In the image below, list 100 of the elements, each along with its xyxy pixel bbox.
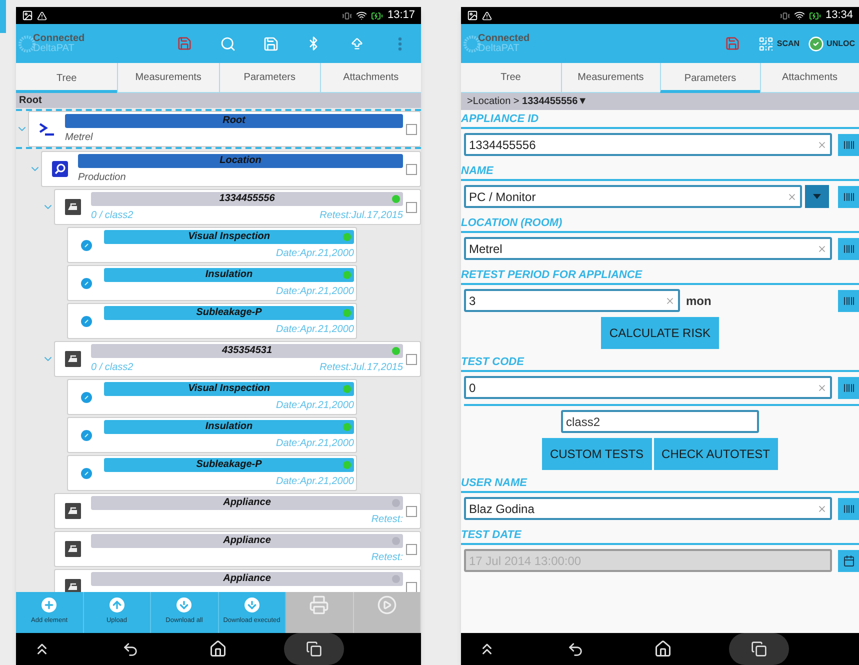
iron-icon — [65, 579, 81, 592]
barcode-button[interactable] — [838, 376, 859, 398]
magnifier-icon — [52, 161, 68, 177]
clear-icon[interactable] — [817, 140, 827, 150]
test-card[interactable]: Insulation Date:Apr.21,2000 — [67, 417, 357, 453]
test-card[interactable]: Insulation Date:Apr.21,2000 — [67, 265, 357, 301]
class-field[interactable]: class2 — [561, 410, 759, 433]
location-card[interactable]: Location Production — [41, 151, 421, 187]
node-title-bar: Root — [65, 114, 403, 128]
node-date: Date:Apr.21,2000 — [276, 475, 354, 488]
node-date: Date:Apr.21,2000 — [276, 323, 354, 336]
clear-icon[interactable] — [817, 504, 827, 514]
wifi-icon — [356, 10, 368, 21]
vibrate-icon — [780, 10, 790, 20]
field-label: RETEST PERIOD FOR APPLIANCE — [461, 268, 644, 282]
text-field[interactable]: 0 — [464, 376, 832, 399]
appliance-card[interactable]: Appliance Retest: — [54, 493, 421, 529]
clock-time: 13:17 — [387, 10, 415, 21]
action-button[interactable]: CHECK AUTOTEST — [654, 438, 778, 470]
play-icon — [376, 595, 397, 615]
floppy-icon — [724, 36, 740, 51]
node-title-bar: Appliance — [91, 572, 403, 586]
scan-button[interactable]: SCAN — [754, 28, 804, 58]
arrow-up-circle-icon — [106, 595, 127, 615]
breadcrumb: Root — [16, 93, 421, 108]
recent-apps-button[interactable] — [729, 633, 789, 665]
checkbox[interactable] — [406, 354, 417, 364]
node-title-bar: 435354531 — [91, 344, 403, 358]
text-field[interactable]: 3 — [464, 289, 680, 312]
action-button[interactable]: CALCULATE RISK — [601, 317, 719, 349]
node-title-bar: Insulation — [104, 420, 354, 434]
wifi-icon — [794, 10, 806, 21]
appliance-card[interactable]: Appliance — [54, 569, 421, 592]
prompt-icon — [39, 122, 55, 136]
clear-icon[interactable] — [817, 244, 827, 254]
unit-label: mon — [686, 292, 712, 310]
checkbox[interactable] — [406, 124, 417, 134]
action-button[interactable]: CUSTOM TESTS — [542, 438, 652, 470]
node-date: Retest: — [371, 513, 403, 526]
text-field[interactable]: PC / Monitor — [464, 185, 802, 208]
node-date: Date:Apr.21,2000 — [276, 437, 354, 450]
field-label: TEST DATE — [461, 528, 522, 542]
checkbox[interactable] — [406, 544, 417, 554]
barcode-button[interactable] — [838, 238, 859, 260]
field-label: USER NAME — [461, 476, 528, 490]
checkbox[interactable] — [406, 202, 417, 212]
barcode-icon — [842, 382, 854, 394]
back-icon — [122, 640, 138, 658]
node-title-bar: Visual Inspection — [104, 382, 354, 396]
checkbox[interactable] — [406, 506, 417, 516]
appliance-card[interactable]: 1334455556 0 / class2 Retest:Jul.17,2015 — [54, 189, 421, 225]
calendar-button[interactable] — [838, 550, 859, 572]
circle-icon — [80, 468, 92, 478]
node-subtitle: Production — [78, 171, 126, 184]
text-field[interactable]: Blaz Godina — [464, 497, 832, 520]
text-field[interactable]: Metrel — [464, 237, 832, 260]
barcode-icon — [842, 190, 854, 202]
checkbox[interactable] — [406, 582, 417, 592]
home-icon — [654, 640, 672, 658]
arrow-down-circle-icon — [242, 595, 262, 615]
calendar-icon — [842, 554, 854, 566]
barcode-button[interactable] — [838, 498, 859, 520]
test-card[interactable]: Visual Inspection Date:Apr.21,2000 — [67, 379, 357, 415]
recent-apps-button[interactable] — [284, 633, 344, 665]
printer-icon — [309, 595, 330, 615]
checkbox[interactable] — [406, 164, 417, 174]
circle-icon — [80, 430, 92, 440]
text-field[interactable]: 1334455556 — [464, 133, 832, 156]
logo-title: Connected — [33, 34, 85, 44]
node-date: Date:Apr.21,2000 — [276, 247, 354, 260]
barcode-icon — [842, 294, 854, 306]
clear-icon[interactable] — [817, 382, 827, 392]
clear-icon[interactable] — [787, 192, 797, 202]
circle-icon — [80, 392, 92, 402]
unlock-button[interactable]: UNLOC — [804, 28, 859, 58]
breadcrumb: >Location > 1334455556▼ — [461, 93, 859, 110]
barcode-icon — [842, 138, 854, 150]
node-date: Date:Apr.21,2000 — [276, 399, 354, 412]
search-icon — [220, 36, 236, 52]
menu-icon — [398, 36, 402, 50]
field-label: APPLIANCE ID — [461, 112, 540, 126]
barcode-button[interactable] — [838, 134, 859, 156]
field-label: TEST CODE — [461, 355, 526, 369]
home-icon — [209, 640, 227, 658]
field-label: NAME — [461, 164, 494, 178]
barcode-icon — [842, 502, 854, 514]
barcode-button[interactable] — [838, 290, 859, 312]
test-card[interactable]: Visual Inspection Date:Apr.21,2000 — [67, 227, 357, 263]
node-date: Retest:Jul.17,2015 — [320, 209, 403, 222]
appliance-card[interactable]: 435354531 0 / class2 Retest:Jul.17,2015 — [54, 341, 421, 377]
test-card[interactable]: Subleakage-P Date:Apr.21,2000 — [67, 303, 357, 339]
barcode-button[interactable] — [838, 186, 859, 208]
field-label: LOCATION (ROOM) — [461, 216, 564, 230]
clear-icon[interactable] — [665, 296, 675, 306]
iron-icon — [65, 351, 81, 367]
logo-subtitle: DeltaPAT — [478, 44, 520, 54]
dropdown-button[interactable] — [805, 185, 829, 208]
test-card[interactable]: Subleakage-P Date:Apr.21,2000 — [67, 455, 357, 491]
root-card[interactable]: Root Metrel — [28, 111, 421, 147]
appliance-card[interactable]: Appliance Retest: — [54, 531, 421, 567]
